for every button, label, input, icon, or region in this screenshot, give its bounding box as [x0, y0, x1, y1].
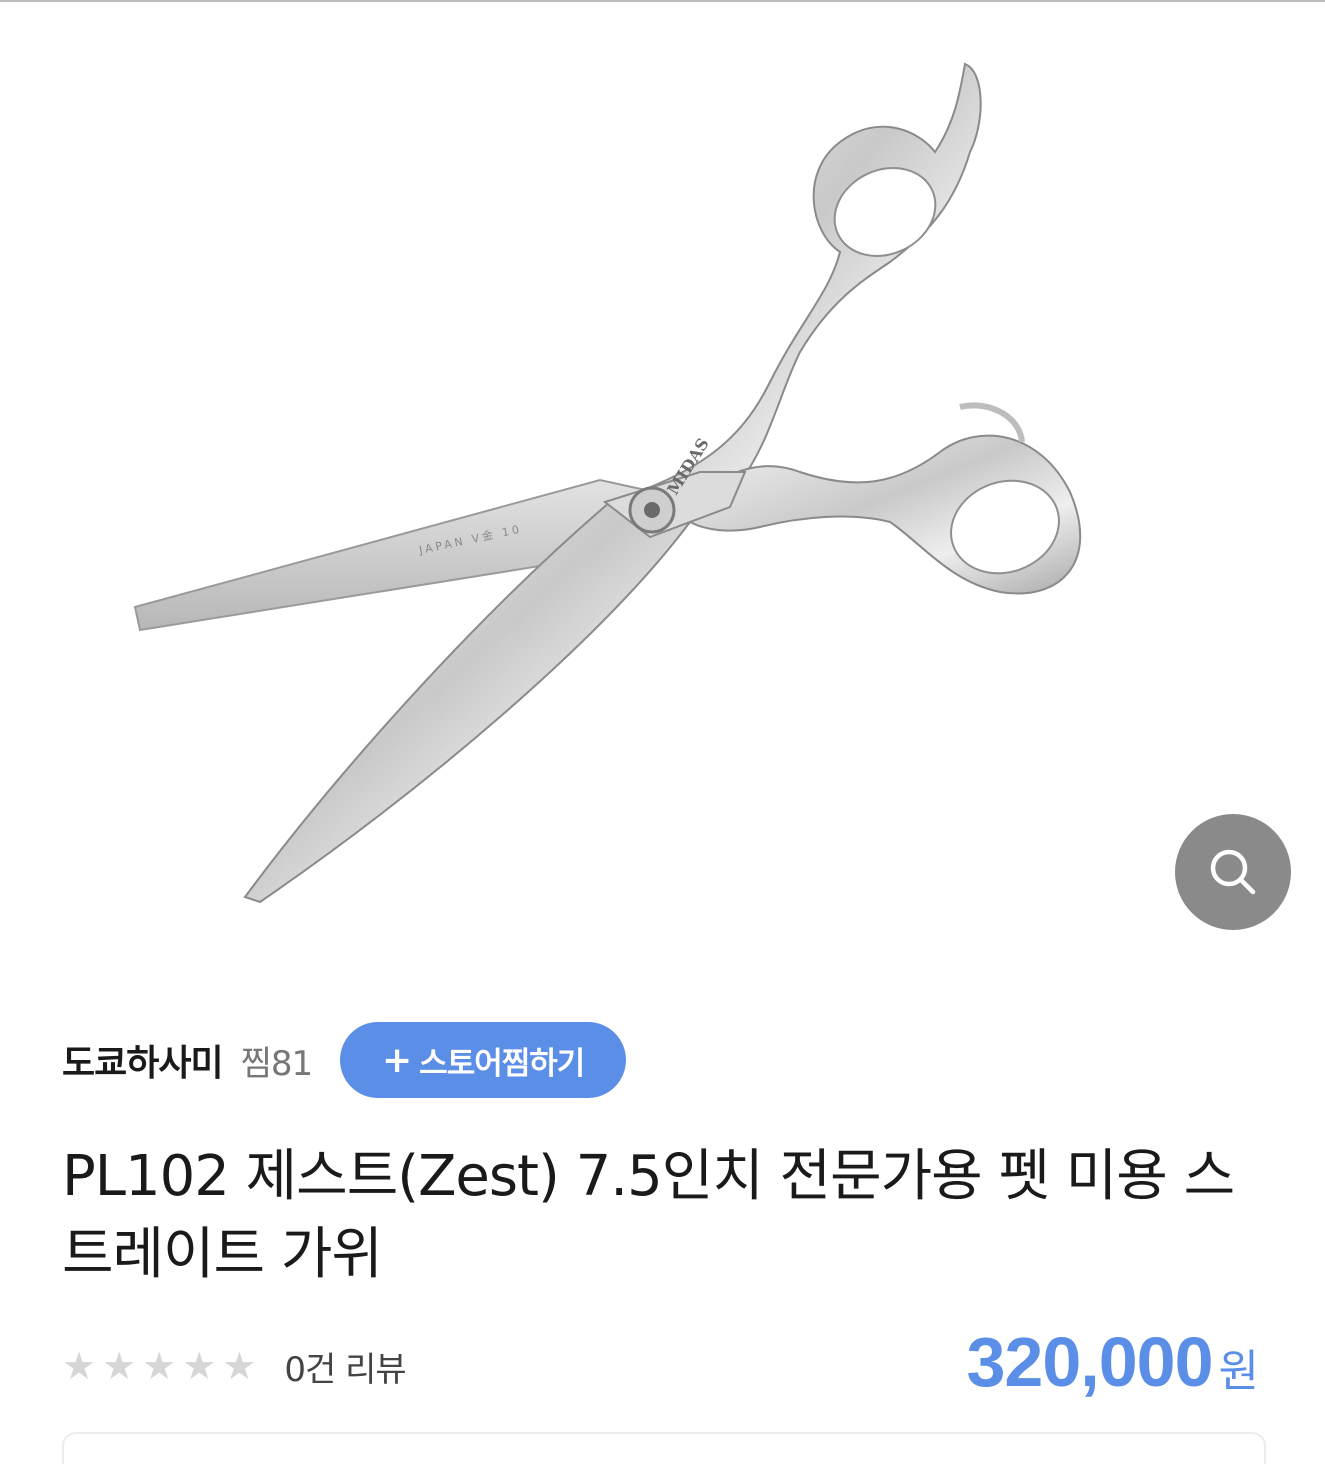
follow-store-label: 스토어찜하기	[419, 1045, 585, 1082]
review-count[interactable]: 0건 리뷰	[284, 1342, 406, 1391]
rating-row[interactable]: ★ ★ ★ ★ ★ 0건 리뷰	[62, 1338, 407, 1394]
product-title: PL102 제스트(Zest) 7.5인치 전문가용 펫 미용 스트레이트 가위	[62, 1144, 1235, 1287]
follow-store-button[interactable]: + 스토어찜하기	[340, 1022, 627, 1098]
star-icon: ★	[182, 1344, 217, 1388]
store-name[interactable]: 도쿄하사미	[62, 1034, 224, 1086]
price-unit: 원	[1218, 1346, 1259, 1397]
price-amount: 320,000	[966, 1323, 1213, 1401]
next-section-card	[62, 1432, 1266, 1464]
star-icon: ★	[142, 1344, 177, 1388]
star-icon: ★	[62, 1344, 97, 1388]
star-icon: ★	[102, 1344, 137, 1388]
star-icon: ★	[222, 1344, 257, 1388]
price: 320,000 원	[966, 1322, 1259, 1402]
product-image[interactable]: MIDAS JAPAN V金 10	[0, 2, 1325, 960]
wish-count: 찜81	[240, 1043, 314, 1084]
plus-icon: +	[382, 1039, 412, 1081]
zoom-button[interactable]	[1175, 814, 1291, 930]
search-icon	[1210, 849, 1256, 895]
star-rating: ★ ★ ★ ★ ★	[62, 1347, 256, 1385]
scissors-image: MIDAS JAPAN V金 10	[133, 62, 1082, 904]
store-row: 도쿄하사미 찜81 + 스토어찜하기	[62, 1022, 627, 1098]
